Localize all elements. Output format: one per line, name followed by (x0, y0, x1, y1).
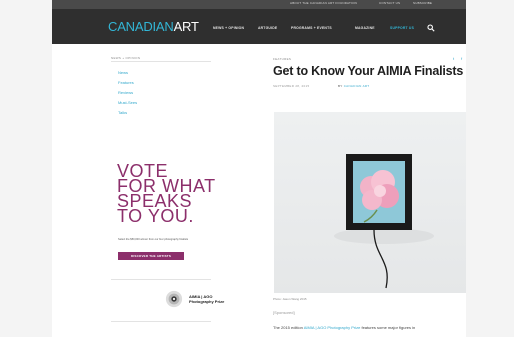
sponsor-line: Photography Prize (189, 299, 225, 304)
facebook-icon[interactable]: f (458, 55, 465, 62)
sidebar-item-must-sees[interactable]: Must-Sees (118, 100, 137, 105)
sidebar-item-reviews[interactable]: Reviews (118, 90, 133, 95)
sidebar-section-label: NEWS + OPINION (111, 56, 141, 60)
aimia-logo-icon[interactable] (165, 290, 183, 308)
nav-programs-events[interactable]: PROGRAMS + EVENTS (291, 26, 332, 30)
vote-promo-headline[interactable]: VOTE FOR WHAT SPEAKS TO YOU. (117, 162, 216, 226)
utility-link-contact[interactable]: CONTACT US (379, 1, 400, 5)
article-body: The 2015 edition AIMIA | AGO Photography… (273, 325, 466, 330)
body-text-start: The 2015 edition (273, 325, 303, 330)
twitter-icon[interactable]: t (450, 55, 457, 62)
search-icon[interactable] (427, 24, 435, 32)
utility-bar: ABOUT THE CANADIAN ART FOUNDATION CONTAC… (52, 0, 466, 9)
article-photo (274, 112, 466, 293)
browser-background: ABOUT THE CANADIAN ART FOUNDATION CONTAC… (0, 0, 514, 337)
article-title: Get to Know Your AIMIA Finalists (273, 64, 464, 78)
nav-artguide[interactable]: ARTGUIDE (258, 26, 277, 30)
article-byline: BY CANADIAN ART (338, 84, 369, 88)
sidebar-item-features[interactable]: Features (118, 80, 134, 85)
article-date: SEPTEMBER 28, 2015 (273, 84, 310, 88)
promo-description: Select the $50,000 winner from our four … (118, 238, 189, 241)
sidebar-item-talks[interactable]: Talks (118, 110, 127, 115)
site-logo[interactable]: CANADIANART (108, 19, 199, 34)
logo-part-canadian: CANADIAN (108, 19, 174, 34)
article-kicker[interactable]: FEATURES (273, 57, 291, 61)
byline-prefix: BY (338, 84, 343, 88)
logo-part-art: ART (173, 19, 199, 34)
utility-link-about[interactable]: ABOUT THE CANADIAN ART FOUNDATION (290, 1, 357, 5)
aimia-prize-link[interactable]: AIMIA | AGO Photography Prize (304, 325, 361, 330)
discover-artists-button[interactable]: DISCOVER THE ARTISTS (118, 252, 184, 260)
site-header: CANADIANART NEWS + OPINION ARTGUIDE PROG… (52, 9, 466, 44)
divider (111, 61, 211, 62)
nav-support-us[interactable]: SUPPORT US (390, 26, 414, 30)
vote-line: TO YOU. (117, 206, 194, 226)
sponsored-label: [Sponsored] (273, 310, 295, 315)
sponsor-logo-text[interactable]: AIMIA | AGO Photography Prize (189, 294, 224, 304)
divider (111, 279, 211, 280)
sidebar-item-news[interactable]: News (118, 70, 128, 75)
nav-news-opinion[interactable]: NEWS + OPINION (213, 26, 244, 30)
lightbox-artwork-illustration (334, 154, 434, 289)
divider (111, 321, 211, 322)
photo-caption: Photo: Jason Wang 2015 (273, 297, 307, 301)
nav-magazine[interactable]: MAGAZINE (355, 26, 375, 30)
body-text-end: features some major figures in (361, 325, 416, 330)
byline-author-link[interactable]: CANADIAN ART (344, 84, 370, 88)
website: ABOUT THE CANADIAN ART FOUNDATION CONTAC… (52, 0, 466, 337)
utility-link-subscribe[interactable]: SUBSCRIBE (413, 1, 432, 5)
